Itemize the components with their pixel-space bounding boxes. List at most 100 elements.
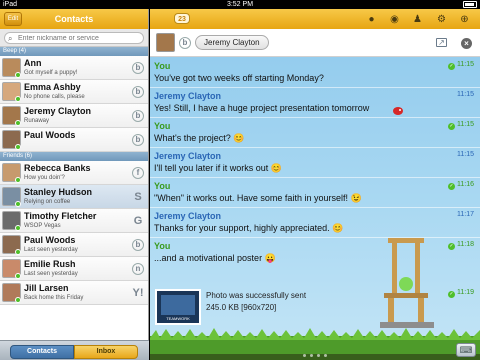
- message-divider: [150, 147, 480, 148]
- message-sender: You: [154, 61, 171, 71]
- avatar[interactable]: [156, 33, 175, 52]
- contact-status: No phone calls, please: [24, 94, 85, 100]
- online-status-icon: [15, 177, 21, 183]
- online-status-icon: [15, 144, 21, 150]
- network-icon: b: [132, 86, 144, 98]
- network-icon: G: [133, 215, 143, 227]
- close-icon[interactable]: ×: [461, 38, 472, 49]
- contact-row[interactable]: Paul Woods Last seen yesterday b: [0, 233, 148, 257]
- message-sender: Jeremy Clayton: [154, 211, 222, 221]
- message-divider: [150, 237, 480, 238]
- tab-contacts[interactable]: Contacts: [10, 345, 74, 359]
- photo-caption: TEAMWORK: [166, 316, 190, 321]
- contacts-sidebar: Edit Contacts ⌕ Beep (4) Ann Got myself a …: [0, 9, 149, 360]
- contact-row[interactable]: Jill Larsen Back home this Friday Y!: [0, 281, 148, 305]
- contact-name: Paul Woods: [24, 130, 76, 140]
- chat-contact-name[interactable]: Jeremy Clayton: [195, 35, 269, 50]
- contact-name: Rebecca Banks: [24, 163, 91, 173]
- message-sender: You: [154, 181, 171, 191]
- contact-row[interactable]: Emma Ashby No phone calls, please b: [0, 80, 148, 104]
- contact-name: Timothy Fletcher: [24, 211, 97, 221]
- page-indicator: [150, 354, 480, 358]
- online-status-icon: [15, 72, 21, 78]
- message-text: "When" it works out. Have some faith in …: [154, 193, 362, 203]
- red-bird-icon: [393, 107, 403, 115]
- contact-name: Jeremy Clayton: [24, 106, 92, 116]
- delivered-check-icon: ✓: [448, 243, 455, 250]
- contact-row[interactable]: Stanley Hudson Relying on coffee S: [0, 185, 148, 209]
- online-status-icon: [15, 120, 21, 126]
- contact-name: Paul Woods: [24, 235, 76, 245]
- share-icon[interactable]: ↗: [436, 38, 447, 47]
- network-icon: f: [132, 167, 144, 179]
- network-icon: b: [132, 134, 144, 146]
- message-text: Yes! Still, I have a huge project presen…: [154, 103, 370, 113]
- online-status-icon: [15, 96, 21, 102]
- delivered-check-icon: ✓: [448, 123, 455, 130]
- contact-row[interactable]: Timothy Fletcher WSOP Vegas G: [0, 209, 148, 233]
- delivered-check-icon: ✓: [448, 291, 455, 298]
- contact-status: Relying on coffee: [24, 199, 71, 205]
- online-status-icon: [15, 297, 21, 303]
- battery-icon: [463, 1, 477, 8]
- keyboard-icon[interactable]: ⌨: [456, 343, 476, 357]
- sidebar-header: Edit Contacts: [0, 9, 148, 29]
- contact-row[interactable]: Emilie Rush Last seen yesterday n: [0, 257, 148, 281]
- photo-thumbnail[interactable]: TEAMWORK: [155, 289, 201, 325]
- search-bar: ⌕: [0, 29, 148, 47]
- message-time: ✓ 11:15: [448, 61, 474, 70]
- status-bar: iPad 3:52 PM: [0, 0, 480, 9]
- message-sender: You: [154, 121, 171, 131]
- message-divider: [150, 177, 480, 178]
- photo-status: Photo was successfully sent: [206, 291, 307, 300]
- contact-row[interactable]: Ann Got myself a puppy! b: [0, 56, 148, 80]
- network-icon: S: [134, 191, 142, 203]
- contact-name: Emilie Rush: [24, 259, 76, 269]
- contact-list: Beep (4) Ann Got myself a puppy! b Emma Ashb…: [0, 47, 148, 305]
- photo-image: [161, 295, 195, 315]
- contact-row[interactable]: Rebecca Banks How you doin'? f: [0, 161, 148, 185]
- record-icon[interactable]: ◉: [389, 14, 400, 25]
- online-status-icon: [15, 225, 21, 231]
- contact-status: WSOP Vegas: [24, 223, 61, 229]
- network-icon: b: [132, 110, 144, 122]
- delivered-check-icon: ✓: [448, 63, 455, 70]
- message-sender: Jeremy Clayton: [154, 151, 222, 161]
- message-sender: Jeremy Clayton: [154, 91, 222, 101]
- online-status-icon: [15, 201, 21, 207]
- beep-network-icon: b: [179, 37, 191, 49]
- message-text: ...and a motivational poster 😛: [154, 253, 276, 263]
- network-icon: Y!: [132, 287, 144, 299]
- online-status-icon: [15, 273, 21, 279]
- message-time: ✓ 11:15: [448, 121, 474, 130]
- chat-header: b Jeremy Clayton ↗ ×: [150, 29, 480, 57]
- message-text: I'll tell you later if it works out 😊: [154, 163, 282, 173]
- person-icon[interactable]: ♟: [412, 14, 423, 25]
- contact-status: Runaway: [24, 118, 50, 124]
- online-status-icon: [15, 249, 21, 255]
- contact-status: Got myself a puppy!: [24, 70, 78, 76]
- search-input[interactable]: [18, 33, 141, 43]
- contact-name: Stanley Hudson: [24, 187, 93, 197]
- message-divider: [150, 207, 480, 208]
- sidebar-title: Contacts: [54, 14, 94, 24]
- contact-status: Last seen yesterday: [24, 271, 78, 277]
- tab-inbox[interactable]: Inbox: [74, 345, 138, 359]
- message-sender: You: [154, 241, 171, 251]
- main-toolbar: 23 ● ◉ ♟ ⚙ ⊕: [150, 9, 480, 29]
- group-header[interactable]: Friends (6): [0, 152, 148, 161]
- contact-row[interactable]: Paul Woods b: [0, 128, 148, 152]
- chat-icon[interactable]: ●: [366, 14, 377, 25]
- contact-status: How you doin'?: [24, 175, 65, 181]
- search-icon: ⌕: [8, 34, 13, 43]
- contact-row[interactable]: Jeremy Clayton Runaway b: [0, 104, 148, 128]
- clock: 3:52 PM: [226, 1, 254, 8]
- network-icon: b: [132, 62, 144, 74]
- group-header[interactable]: Beep (4): [0, 47, 148, 56]
- unread-badge[interactable]: 23: [174, 13, 190, 24]
- globe-icon[interactable]: ⊕: [459, 14, 470, 25]
- gear-icon[interactable]: ⚙: [436, 14, 447, 25]
- contact-name: Ann: [24, 58, 42, 68]
- network-icon: b: [132, 239, 144, 251]
- message-time: ✓ 11:18: [448, 241, 474, 250]
